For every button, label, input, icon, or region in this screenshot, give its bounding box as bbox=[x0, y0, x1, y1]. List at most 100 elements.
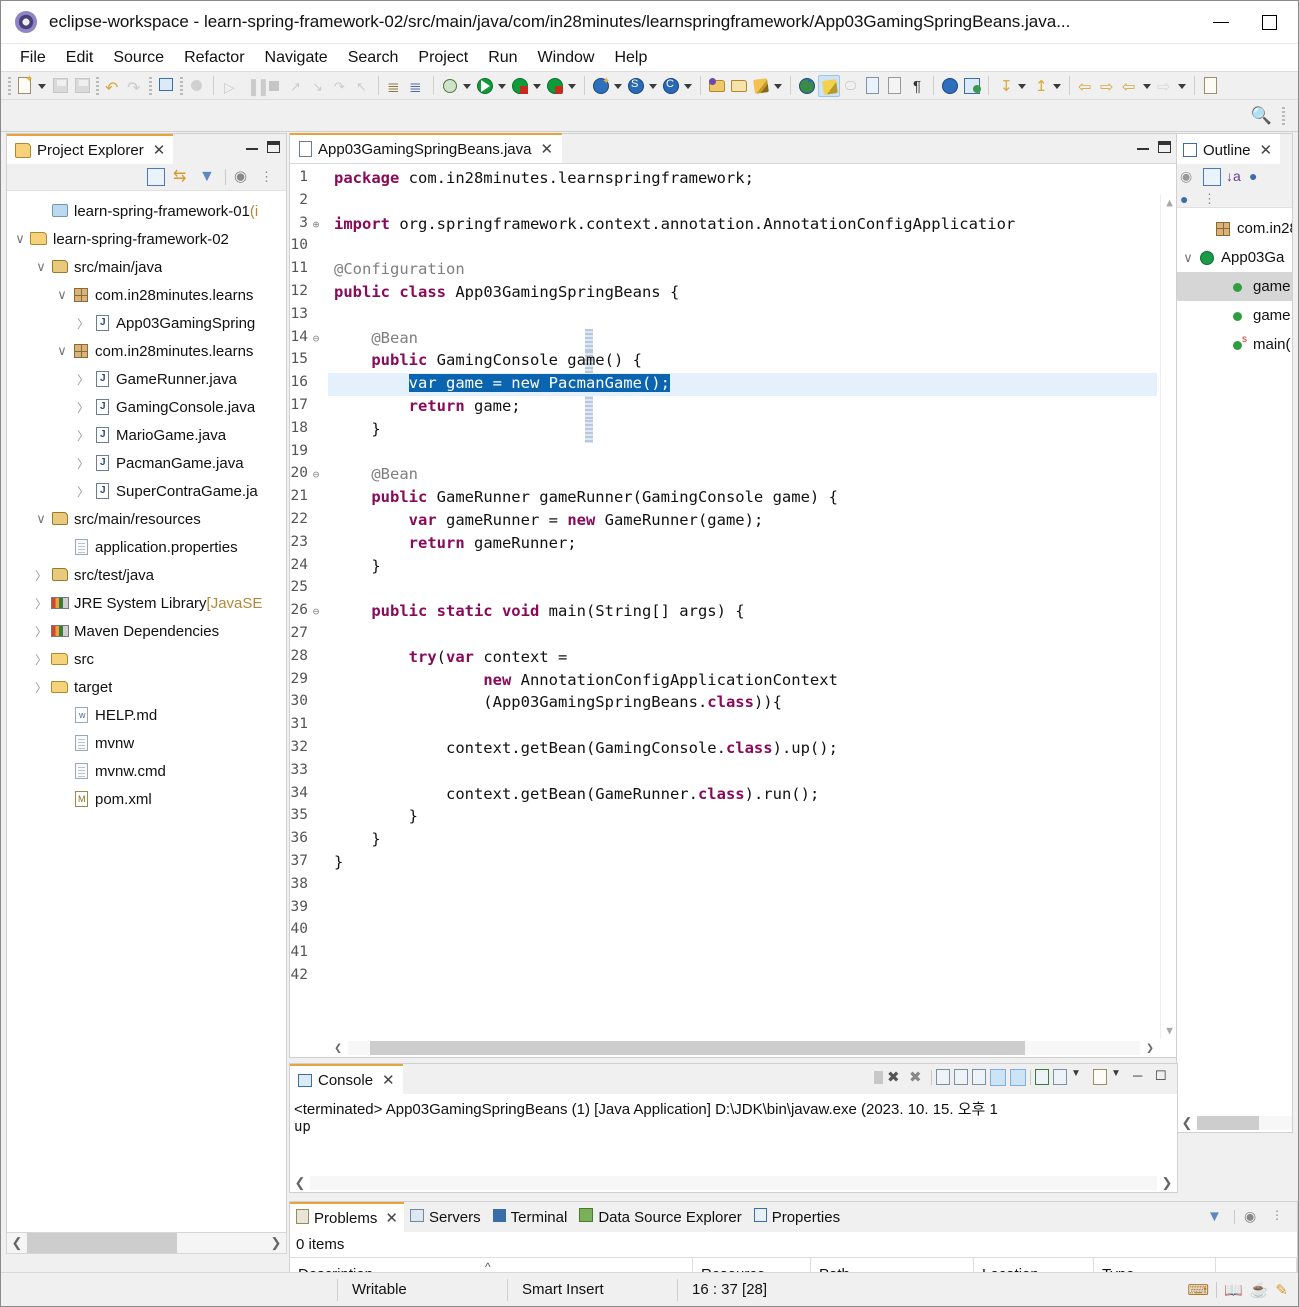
hscroll-right-arrow[interactable]: ❯ bbox=[1157, 1175, 1177, 1191]
code-line[interactable]: try(var context = bbox=[334, 648, 568, 666]
chevron-down-icon[interactable] bbox=[531, 76, 544, 96]
code-line[interactable]: } bbox=[334, 830, 380, 848]
chevron-down-icon[interactable] bbox=[496, 76, 509, 96]
hscroll-thumb[interactable] bbox=[370, 1041, 1025, 1055]
open-browser-icon[interactable] bbox=[939, 75, 961, 97]
scroll-down-arrow[interactable]: ▼ bbox=[1161, 1022, 1177, 1039]
clear-icon[interactable] bbox=[936, 1069, 950, 1085]
open-console-icon[interactable] bbox=[155, 75, 177, 97]
tree-item[interactable]: src bbox=[7, 645, 286, 673]
code-line[interactable]: import org.springframework.context.annot… bbox=[334, 215, 1015, 233]
tab-outline[interactable]: Outline ✕ bbox=[1177, 134, 1281, 164]
code-line[interactable]: return game; bbox=[334, 397, 521, 415]
menu-item-project[interactable]: Project bbox=[408, 47, 478, 69]
hscroll-right-arrow[interactable]: ❯ bbox=[266, 1235, 286, 1251]
chevron-down-icon[interactable] bbox=[36, 76, 49, 96]
run-icon[interactable] bbox=[474, 75, 496, 97]
filter-icon[interactable]: ▼ bbox=[1207, 1208, 1225, 1226]
chevron-right-icon[interactable] bbox=[74, 455, 92, 472]
tree-item[interactable]: learn-spring-framework-02 bbox=[7, 225, 286, 253]
code-line[interactable]: @Bean bbox=[334, 465, 418, 483]
fold-toggle-icon[interactable]: ⊖ bbox=[310, 469, 322, 481]
hscroll-thumb[interactable] bbox=[27, 1233, 177, 1253]
tree-item[interactable]: HELP.md bbox=[7, 701, 286, 729]
tab-project-explorer[interactable]: Project Explorer ✕ bbox=[7, 134, 174, 164]
chevron-down-icon[interactable] bbox=[461, 76, 474, 96]
chevron-down-icon[interactable] bbox=[1179, 250, 1197, 266]
view-options-icon[interactable]: ⋮ bbox=[1271, 1208, 1289, 1226]
suspend-icon[interactable]: ▐▐ bbox=[241, 75, 266, 97]
tree-item[interactable]: learn-spring-framework-01 (i bbox=[7, 197, 286, 225]
code-line[interactable]: var gameRunner = new GameRunner(game); bbox=[334, 511, 764, 529]
close-icon[interactable]: ✕ bbox=[540, 140, 553, 158]
code-line[interactable]: } bbox=[334, 557, 380, 575]
show-console-icon[interactable] bbox=[990, 1068, 1006, 1086]
next-annotation-icon[interactable]: ≣ bbox=[384, 75, 406, 97]
chevron-down-icon[interactable] bbox=[1051, 76, 1064, 96]
chevron-down-icon[interactable] bbox=[647, 76, 660, 96]
next-edit-icon[interactable]: ↥ bbox=[1029, 75, 1051, 97]
lock-scroll-icon[interactable] bbox=[954, 1069, 968, 1085]
back-history-icon[interactable]: ⇦ bbox=[1119, 75, 1141, 97]
code-line[interactable]: public GameRunner gameRunner(GamingConso… bbox=[334, 488, 838, 506]
terminate-icon[interactable] bbox=[874, 1070, 883, 1084]
code-line[interactable]: } bbox=[334, 420, 380, 438]
tree-item[interactable]: PacmanGame.java bbox=[7, 449, 286, 477]
tree-item[interactable]: target bbox=[7, 673, 286, 701]
run-external-icon[interactable] bbox=[544, 75, 566, 97]
resume-icon[interactable]: ▷ bbox=[219, 75, 241, 97]
tab-app03gamingspringbeans[interactable]: App03GamingSpringBeans.java ✕ bbox=[290, 133, 563, 163]
code-line[interactable]: context.getBean(GameRunner.class).run(); bbox=[334, 785, 819, 803]
view-options-icon[interactable]: ⋮ bbox=[260, 168, 278, 186]
outline-item[interactable]: App03Ga bbox=[1177, 243, 1292, 272]
fold-toggle-icon[interactable]: ⊖ bbox=[310, 332, 322, 345]
debug-icon[interactable] bbox=[439, 75, 461, 97]
book-icon[interactable]: 📖 bbox=[1224, 1281, 1243, 1299]
open-perspective-icon[interactable] bbox=[961, 75, 983, 97]
menu-item-file[interactable]: File bbox=[10, 47, 56, 69]
open-task-icon[interactable] bbox=[728, 75, 750, 97]
view-menu-icon[interactable]: ◉ bbox=[1244, 1208, 1262, 1226]
tree-item[interactable]: application.properties bbox=[7, 533, 286, 561]
new-java-project-icon[interactable]: ✦ bbox=[590, 75, 612, 97]
chevron-right-icon[interactable] bbox=[74, 427, 92, 444]
hscroll-left-arrow[interactable]: ❮ bbox=[7, 1235, 27, 1251]
keyboard-icon[interactable]: ⌨ bbox=[1187, 1281, 1209, 1299]
hscroll-left-arrow[interactable]: ❮ bbox=[290, 1175, 310, 1191]
tree-item[interactable]: MarioGame.java bbox=[7, 421, 286, 449]
chevron-down-icon[interactable] bbox=[682, 76, 695, 96]
minimize-icon[interactable] bbox=[1137, 148, 1149, 150]
link-with-editor-icon[interactable]: ⇆ bbox=[173, 168, 191, 186]
collapse-all-icon[interactable] bbox=[1203, 168, 1221, 186]
outline-item[interactable]: game bbox=[1177, 301, 1292, 330]
code-line[interactable]: package com.in28minutes.learnspringframe… bbox=[334, 169, 754, 187]
tab-console[interactable]: Console ✕ bbox=[290, 1064, 403, 1094]
tab-terminal[interactable]: Terminal bbox=[487, 1202, 574, 1232]
pilcrow-icon[interactable]: ¶ bbox=[906, 75, 928, 97]
redo-icon[interactable]: ↷ bbox=[124, 75, 146, 97]
code-line[interactable]: new AnnotationConfigApplicationContext bbox=[334, 671, 838, 689]
outline-item[interactable]: s main( bbox=[1177, 330, 1292, 359]
new-wizard-icon[interactable]: ✦ bbox=[14, 74, 36, 97]
remove-all-icon[interactable]: ✖ bbox=[909, 1068, 927, 1086]
fold-toggle-icon[interactable]: ⊖ bbox=[310, 606, 322, 618]
tree-item[interactable]: JRE System Library [JavaSE bbox=[7, 589, 286, 617]
code-line[interactable]: public static void main(String[] args) { bbox=[334, 602, 744, 620]
prev-annotation-icon[interactable]: ≣ bbox=[406, 75, 428, 97]
code-line[interactable]: public GamingConsole game() { bbox=[334, 351, 642, 369]
hscroll-thumb[interactable] bbox=[1197, 1116, 1259, 1130]
minimize-icon[interactable] bbox=[246, 148, 258, 150]
perspective-icon[interactable]: ☕ bbox=[1250, 1281, 1269, 1299]
tree-item[interactable]: SuperContraGame.ja bbox=[7, 477, 286, 505]
console-horizontal-scrollbar[interactable]: ❮ ❯ bbox=[290, 1174, 1177, 1192]
tree-item[interactable]: com.in28minutes.learns bbox=[7, 281, 286, 309]
search-tool-icon[interactable]: ● bbox=[796, 75, 818, 97]
tree-item[interactable]: pom.xml bbox=[7, 785, 286, 813]
editor-horizontal-scrollbar[interactable]: ❮ ❯ bbox=[328, 1039, 1160, 1057]
menu-item-edit[interactable]: Edit bbox=[56, 47, 104, 69]
search-icon[interactable]: 🔍 bbox=[1251, 106, 1272, 126]
menu-item-run[interactable]: Run bbox=[478, 47, 527, 69]
close-icon[interactable]: ✕ bbox=[385, 1209, 398, 1227]
chevron-down-icon[interactable] bbox=[1016, 76, 1029, 96]
outline-item[interactable]: game bbox=[1177, 272, 1292, 301]
